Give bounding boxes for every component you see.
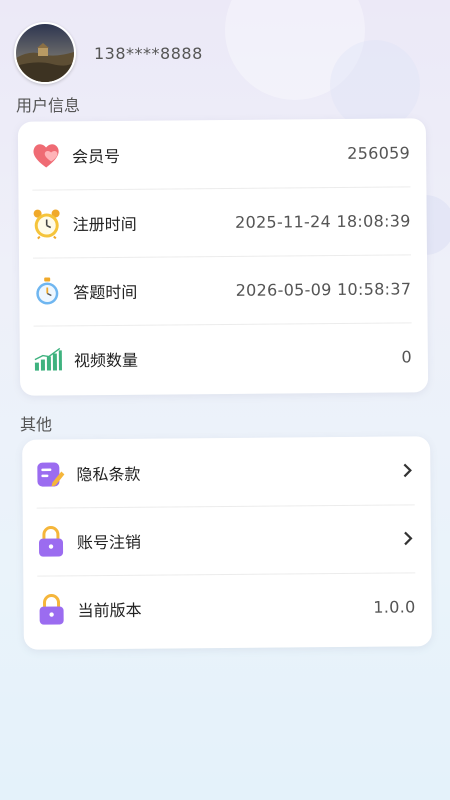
lock-icon <box>35 593 67 625</box>
answer-time-value: 2026-05-09 10:58:37 <box>235 278 412 300</box>
stopwatch-icon <box>31 275 63 307</box>
video-count-row: 视频数量 0 <box>20 322 429 394</box>
privacy-policy-row[interactable]: 隐私条款 <box>22 436 431 508</box>
section-title-user-info: 用户信息 <box>16 96 81 115</box>
register-time-value: 2025-11-24 18:08:39 <box>234 210 411 232</box>
account-cancel-label: 账号注销 <box>76 532 142 553</box>
background-bubble <box>330 40 420 130</box>
answer-time-row: 答题时间 2026-05-09 10:58:37 <box>19 254 428 326</box>
video-count-label: 视频数量 <box>73 350 138 371</box>
privacy-policy-label: 隐私条款 <box>76 464 141 485</box>
answer-time-label: 答题时间 <box>73 282 138 303</box>
member-id-label: 会员号 <box>72 146 121 167</box>
lock-icon <box>35 525 67 557</box>
section-title-other: 其他 <box>20 415 53 434</box>
alarm-clock-icon <box>31 207 63 240</box>
current-version-value: 1.0.0 <box>373 596 416 617</box>
chevron-right-icon <box>401 528 415 548</box>
avatar[interactable] <box>14 22 76 84</box>
account-cancel-row[interactable]: 账号注销 <box>23 504 432 576</box>
current-version-row: 当前版本 1.0.0 <box>23 572 432 644</box>
video-count-value: 0 <box>401 346 412 366</box>
other-card: 隐私条款 账号注销 当前版本 1.0.0 <box>22 436 432 650</box>
heart-icon <box>30 139 62 171</box>
current-version-label: 当前版本 <box>77 600 142 621</box>
chevron-right-icon <box>400 460 414 480</box>
phone-number: 138****8888 <box>94 43 203 63</box>
member-id-value: 256059 <box>347 142 411 163</box>
profile-header: 138****8888 <box>14 22 203 84</box>
document-pen-icon <box>34 457 66 489</box>
register-time-row: 注册时间 2025-11-24 18:08:39 <box>18 186 427 258</box>
bar-chart-icon <box>32 343 64 375</box>
register-time-label: 注册时间 <box>72 214 137 235</box>
user-info-card: 会员号 256059 注册时间 2025-11-24 18:08:39 答题时间… <box>17 118 429 396</box>
member-id-row: 会员号 256059 <box>18 118 427 190</box>
